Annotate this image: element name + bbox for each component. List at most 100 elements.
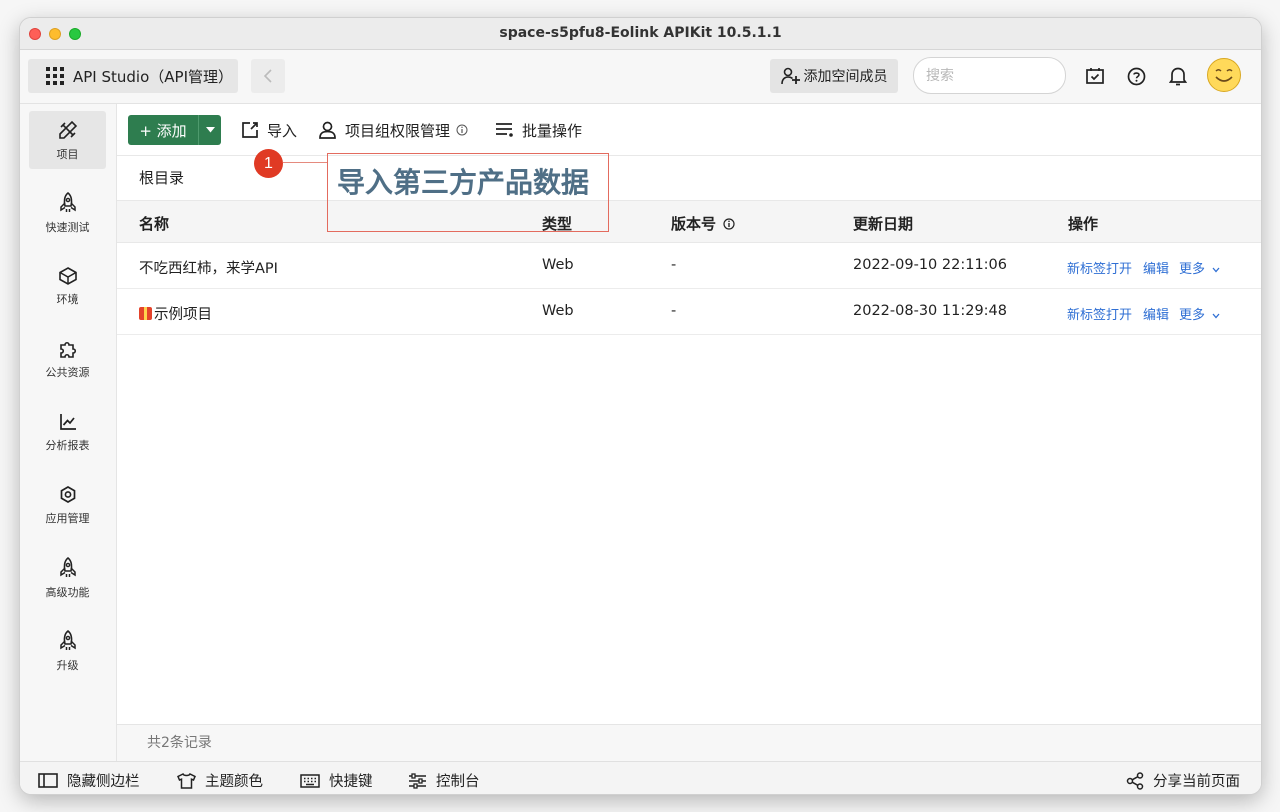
hide-sidebar-label: 隐藏侧边栏 bbox=[67, 774, 140, 790]
sidebar-item-label: 公共资源 bbox=[45, 365, 90, 379]
task-check-button[interactable] bbox=[1084, 65, 1106, 87]
project-updated: 2022-08-30 11:29:48 bbox=[853, 303, 1007, 319]
more-label: 更多 bbox=[1179, 308, 1206, 323]
window-title: space-s5pfu8-Eolink APIKit 10.5.1.1 bbox=[499, 25, 782, 41]
gift-icon bbox=[139, 307, 152, 320]
add-member-label: 添加空间成员 bbox=[803, 69, 888, 85]
more-label: 更多 bbox=[1179, 262, 1206, 277]
more-dropdown[interactable]: 更多 bbox=[1179, 258, 1220, 277]
notifications-button[interactable] bbox=[1167, 65, 1189, 87]
sidebar-item-environment[interactable]: 环境 bbox=[29, 257, 106, 315]
sidebar-item-advanced[interactable]: 高级功能 bbox=[29, 549, 106, 607]
sidebar-item-label: 高级功能 bbox=[45, 585, 90, 599]
sidebar-item-quick-test[interactable]: 快速测试 bbox=[29, 184, 106, 242]
theme-color-label: 主题颜色 bbox=[205, 774, 263, 790]
record-count: 共2条记录 bbox=[117, 724, 1261, 761]
sidebar-item-analytics[interactable]: 分析报表 bbox=[29, 403, 106, 461]
column-header-version[interactable]: 版本号 bbox=[671, 213, 735, 234]
theme-color-button[interactable]: 主题颜色 bbox=[177, 770, 263, 791]
search-input[interactable] bbox=[913, 57, 1066, 94]
callout-connector bbox=[283, 162, 328, 163]
more-dropdown[interactable]: 更多 bbox=[1179, 304, 1220, 323]
calendar-check-icon bbox=[1086, 68, 1104, 84]
callout-box: 导入第三方产品数据 bbox=[327, 153, 609, 232]
project-name[interactable]: 不吃西红柿，来学API bbox=[139, 257, 278, 278]
chevron-left-icon bbox=[263, 69, 272, 83]
help-button[interactable] bbox=[1125, 65, 1147, 87]
console-button[interactable]: 控制台 bbox=[408, 770, 480, 791]
table-header: 名称 类型 版本号 更新日期 操作 bbox=[117, 201, 1261, 243]
column-header-version-label: 版本号 bbox=[671, 215, 717, 233]
sliders-icon bbox=[409, 772, 426, 789]
app-switcher-button[interactable]: API Studio（API管理） bbox=[28, 59, 238, 93]
add-button[interactable]: + 添加 bbox=[128, 115, 199, 145]
rocket-icon bbox=[59, 556, 76, 577]
shortcuts-button[interactable]: 快捷键 bbox=[300, 770, 373, 791]
table-row[interactable]: 示例项目 Web - 2022-08-30 11:29:48 新标签打开 编辑 … bbox=[117, 289, 1261, 335]
sidebar-item-app-management[interactable]: 应用管理 bbox=[29, 476, 106, 534]
batch-operations-button[interactable]: 批量操作 bbox=[495, 120, 582, 140]
open-new-tab-link[interactable]: 新标签打开 bbox=[1067, 304, 1132, 323]
sidebar-item-public-resources[interactable]: 公共资源 bbox=[29, 330, 106, 388]
share-page-button[interactable]: 分享当前页面 bbox=[1126, 770, 1240, 791]
permissions-label: 项目组权限管理 bbox=[345, 121, 451, 140]
project-version: - bbox=[671, 303, 677, 319]
sidebar-item-label: 升级 bbox=[56, 658, 79, 672]
column-header-name[interactable]: 名称 bbox=[139, 213, 169, 234]
share-page-label: 分享当前页面 bbox=[1153, 774, 1240, 790]
project-type: Web bbox=[542, 257, 574, 273]
sidebar-item-project[interactable]: 项目 bbox=[29, 111, 106, 169]
cube-icon bbox=[58, 266, 77, 285]
project-name-cell[interactable]: 示例项目 bbox=[139, 303, 212, 324]
sidebar-item-label: 环境 bbox=[56, 292, 79, 306]
chevron-down-icon bbox=[1212, 313, 1220, 319]
puzzle-icon bbox=[59, 341, 76, 358]
sidebar-item-label: 应用管理 bbox=[45, 511, 90, 525]
shortcuts-label: 快捷键 bbox=[329, 774, 373, 790]
table-row[interactable]: 不吃西红柿，来学API Web - 2022-09-10 22:11:06 新标… bbox=[117, 243, 1261, 289]
callout-number-badge: 1 bbox=[254, 149, 283, 178]
sidebar-panel-icon bbox=[38, 773, 58, 788]
toolbar: + 添加 导入 项目组权限管理 批量操作 bbox=[117, 104, 1261, 156]
question-icon bbox=[1127, 67, 1145, 85]
status-bar: 隐藏侧边栏 主题颜色 快捷键 控制台 分享当前页面 bbox=[20, 761, 1261, 794]
project-updated: 2022-09-10 22:11:06 bbox=[853, 257, 1007, 273]
caret-down-icon bbox=[205, 127, 215, 133]
pencil-ruler-icon bbox=[58, 120, 77, 139]
batch-operations-label: 批量操作 bbox=[522, 121, 583, 140]
import-icon bbox=[242, 122, 258, 138]
column-header-updated[interactable]: 更新日期 bbox=[853, 213, 913, 234]
project-name: 示例项目 bbox=[154, 307, 212, 323]
open-new-tab-link[interactable]: 新标签打开 bbox=[1067, 258, 1132, 277]
grid-icon bbox=[46, 67, 64, 85]
line-chart-icon bbox=[59, 413, 76, 430]
user-avatar[interactable] bbox=[1207, 58, 1241, 92]
column-header-actions: 操作 bbox=[1068, 215, 1099, 233]
back-button[interactable] bbox=[251, 59, 285, 93]
info-icon bbox=[456, 124, 468, 136]
share-icon bbox=[1126, 771, 1144, 790]
sidebar: 项目 快速测试 环境 公共资源 分析报表 应用管理 高级功能 升级 bbox=[20, 104, 117, 761]
gear-icon bbox=[60, 485, 75, 503]
info-icon bbox=[723, 217, 735, 230]
edit-link[interactable]: 编辑 bbox=[1143, 304, 1169, 323]
main-content: + 添加 导入 项目组权限管理 批量操作 根目录 名称 类型 版本号 更新日期 … bbox=[117, 104, 1261, 761]
smiley-face-icon bbox=[1215, 69, 1233, 82]
add-member-button[interactable]: 添加空间成员 bbox=[770, 59, 898, 93]
edit-link[interactable]: 编辑 bbox=[1143, 258, 1169, 277]
add-user-icon bbox=[780, 67, 800, 85]
user-icon bbox=[319, 121, 336, 139]
shirt-icon bbox=[177, 772, 196, 789]
rocket-icon bbox=[59, 191, 76, 212]
permissions-button[interactable]: 项目组权限管理 bbox=[318, 120, 468, 140]
add-button-group: + 添加 bbox=[128, 115, 221, 145]
keyboard-icon bbox=[300, 773, 320, 788]
title-bar: space-s5pfu8-Eolink APIKit 10.5.1.1 bbox=[20, 18, 1261, 50]
callout-text: 导入第三方产品数据 bbox=[337, 166, 590, 199]
add-dropdown-button[interactable] bbox=[199, 127, 221, 133]
hide-sidebar-button[interactable]: 隐藏侧边栏 bbox=[38, 770, 140, 791]
import-button[interactable]: 导入 bbox=[241, 120, 297, 140]
top-bar: API Studio（API管理） 添加空间成员 bbox=[20, 50, 1261, 104]
sidebar-item-upgrade[interactable]: 升级 bbox=[29, 622, 106, 680]
sidebar-item-label: 分析报表 bbox=[45, 438, 90, 452]
